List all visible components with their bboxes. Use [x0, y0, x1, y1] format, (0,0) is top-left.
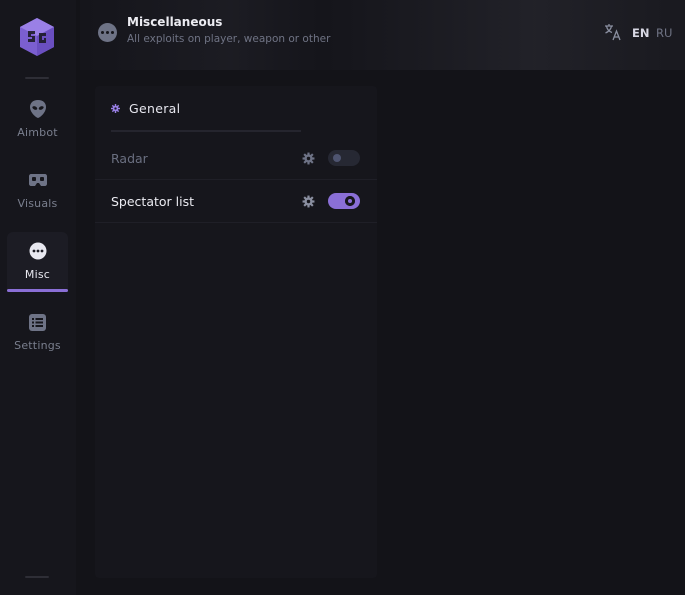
sidebar-item-label: Aimbot [17, 126, 58, 139]
setting-row-radar: Radar [95, 137, 377, 180]
vr-headset-icon [28, 171, 47, 189]
setting-label: Spectator list [111, 193, 195, 209]
logo-icon [20, 18, 54, 56]
sidebar-item-visuals[interactable]: Visuals [7, 161, 68, 219]
translate-icon[interactable] [604, 23, 622, 41]
sidebar-item-label: Visuals [17, 197, 58, 210]
sidebar-item-label: Settings [14, 339, 61, 352]
sidebar-item-misc[interactable]: Misc [7, 232, 68, 292]
gear-icon [111, 104, 120, 113]
settings-panel: General Radar Spectator list [95, 86, 377, 578]
language-en-button[interactable]: EN [632, 26, 649, 40]
section-header: General [111, 101, 180, 116]
toggle-knob [333, 154, 341, 162]
sidebar-item-label: Misc [24, 268, 51, 281]
alien-icon [29, 100, 47, 118]
sidebar: Aimbot Visuals Misc Settings [0, 0, 76, 595]
sidebar-item-aimbot[interactable]: Aimbot [7, 90, 68, 148]
dots-circle-icon [98, 23, 117, 42]
sidebar-top-divider [25, 77, 49, 79]
spectator-list-toggle[interactable] [328, 193, 360, 209]
page-subtitle: All exploits on player, weapon or other [127, 33, 331, 45]
setting-row-spectator-list: Spectator list [95, 180, 377, 223]
section-divider [111, 130, 301, 132]
gear-icon[interactable] [302, 152, 315, 165]
toggle-knob [345, 196, 355, 206]
radar-toggle[interactable] [328, 150, 360, 166]
gear-icon[interactable] [302, 195, 315, 208]
dots-circle-icon [29, 242, 47, 260]
section-title: General [129, 101, 181, 116]
sidebar-bottom-divider [25, 576, 49, 578]
page-title: Miscellaneous [127, 15, 223, 29]
list-icon [29, 313, 47, 331]
sidebar-item-settings[interactable]: Settings [7, 303, 68, 361]
setting-label: Radar [111, 150, 148, 166]
language-ru-button[interactable]: RU [656, 26, 672, 40]
